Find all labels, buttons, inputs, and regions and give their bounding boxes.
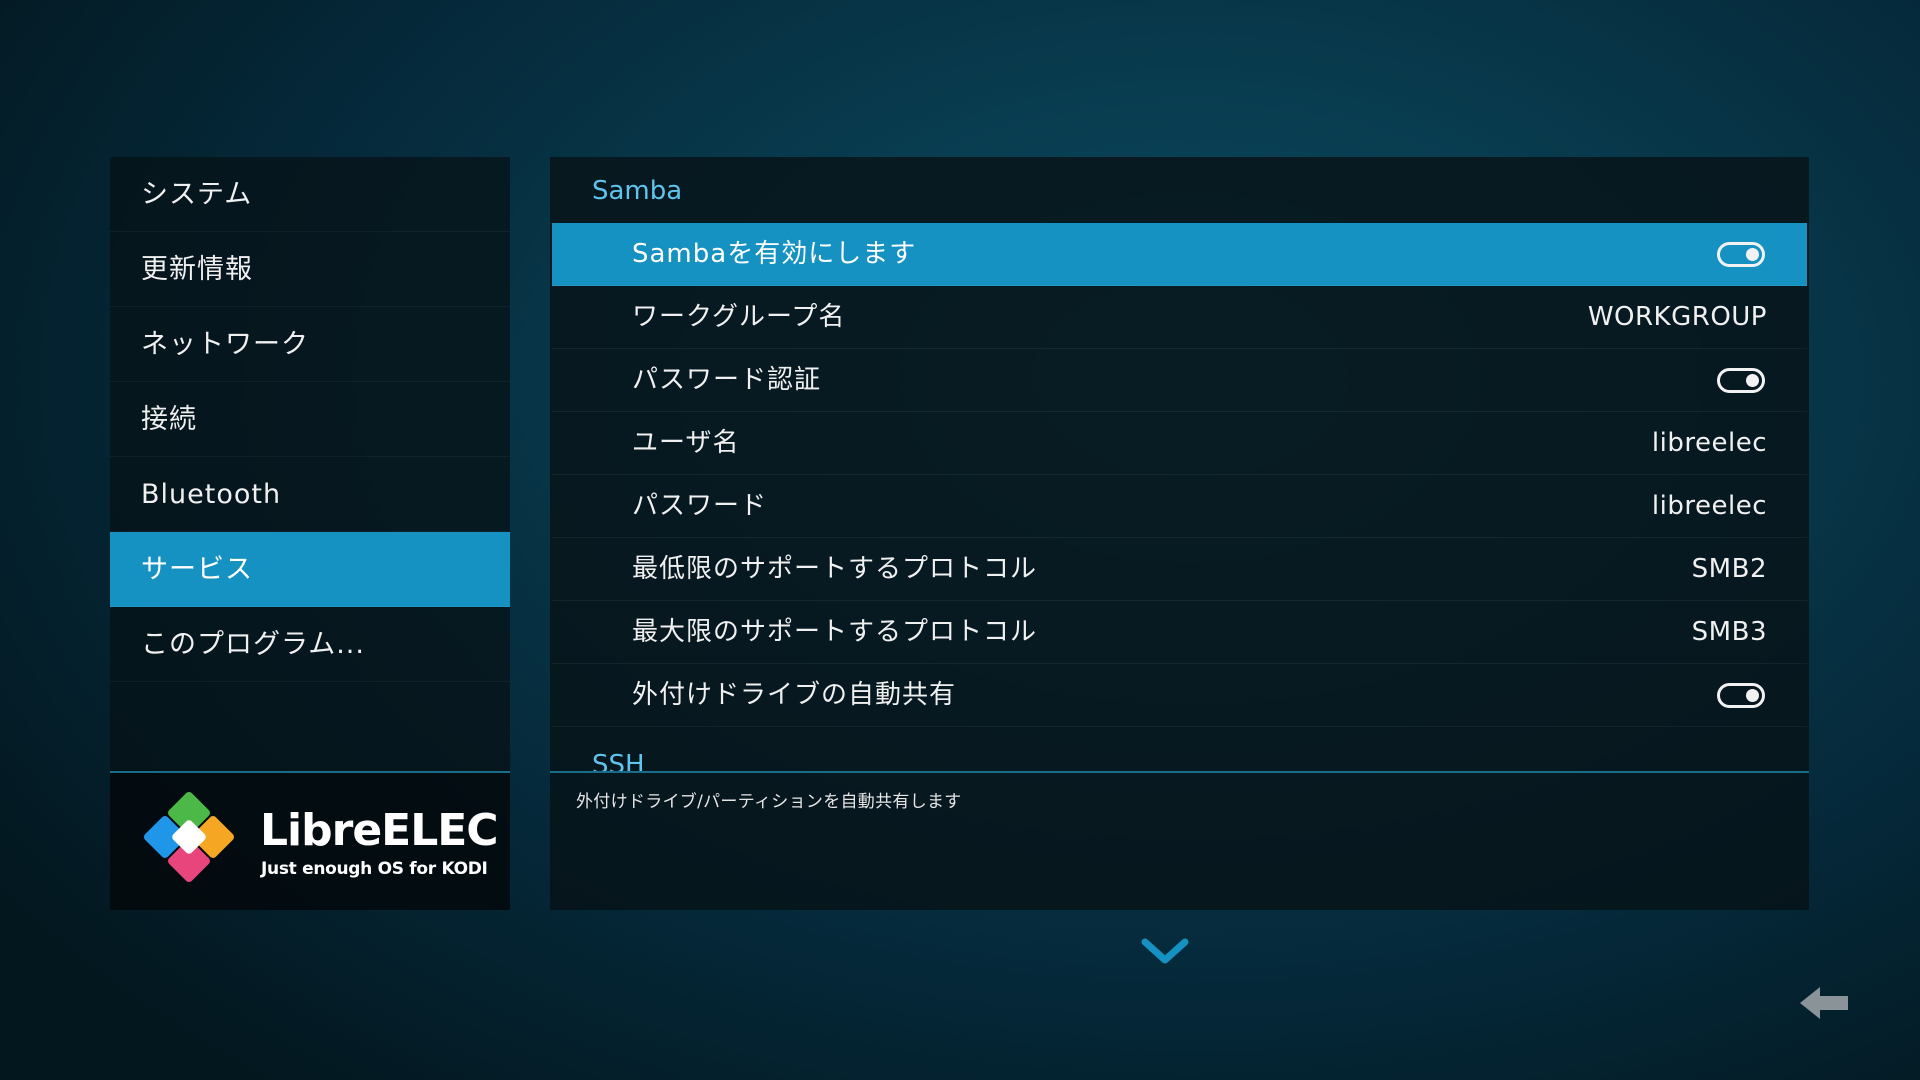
setting-label: ユーザ名 bbox=[632, 428, 740, 458]
sidebar-item-connections[interactable]: 接続 bbox=[110, 382, 510, 457]
sidebar-item-about[interactable]: このプログラム... bbox=[110, 607, 510, 682]
settings-list: Sambaを有効にします ワークグループ名 WORKGROUP パスワード認証 … bbox=[552, 223, 1807, 727]
setting-description: 外付けドライブ/パーティションを自動共有します bbox=[576, 792, 962, 812]
sidebar-item-bluetooth[interactable]: Bluetooth bbox=[110, 457, 510, 532]
section-header-samba: Samba bbox=[592, 176, 683, 206]
setting-username[interactable]: ユーザ名 libreelec bbox=[552, 412, 1807, 475]
back-arrow-icon[interactable] bbox=[1798, 985, 1850, 1021]
setting-label: 最低限のサポートするプロトコル bbox=[632, 554, 1038, 584]
setting-label: パスワード認証 bbox=[632, 365, 822, 395]
logo-tile-center bbox=[172, 820, 206, 854]
libreelec-logo-icon bbox=[143, 791, 235, 883]
setting-value: libreelec bbox=[1651, 491, 1767, 521]
setting-label: 最大限のサポートするプロトコル bbox=[632, 617, 1038, 647]
toggle-switch[interactable] bbox=[1717, 242, 1765, 267]
toggle-switch[interactable] bbox=[1717, 368, 1765, 393]
logo-panel: LibreELEC Just enough OS for KODI bbox=[110, 771, 510, 910]
sidebar-item-updates[interactable]: 更新情報 bbox=[110, 232, 510, 307]
setting-password-auth[interactable]: パスワード認証 bbox=[552, 349, 1807, 412]
section-header-ssh: SSH bbox=[592, 750, 645, 771]
setting-label: 外付けドライブの自動共有 bbox=[632, 680, 957, 710]
logo-tagline: Just enough OS for KODI bbox=[261, 859, 488, 879]
setting-max-protocol[interactable]: 最大限のサポートするプロトコル SMB3 bbox=[552, 601, 1807, 664]
toggle-knob bbox=[1746, 248, 1759, 261]
setting-password[interactable]: パスワード libreelec bbox=[552, 475, 1807, 538]
sidebar-item-services[interactable]: サービス bbox=[110, 532, 510, 607]
sidebar-item-network[interactable]: ネットワーク bbox=[110, 307, 510, 382]
sidebar-item-system[interactable]: システム bbox=[110, 157, 510, 232]
setting-label: Sambaを有効にします bbox=[632, 239, 917, 269]
setting-enable-samba[interactable]: Sambaを有効にします bbox=[552, 223, 1807, 286]
setting-value: WORKGROUP bbox=[1587, 302, 1767, 332]
logo-wordmark: LibreELEC bbox=[260, 805, 499, 856]
setting-auto-share-drives[interactable]: 外付けドライブの自動共有 bbox=[552, 664, 1807, 727]
description-panel: 外付けドライブ/パーティションを自動共有します bbox=[550, 771, 1809, 910]
setting-value: libreelec bbox=[1651, 428, 1767, 458]
setting-min-protocol[interactable]: 最低限のサポートするプロトコル SMB2 bbox=[552, 538, 1807, 601]
setting-workgroup[interactable]: ワークグループ名 WORKGROUP bbox=[552, 286, 1807, 349]
setting-label: ワークグループ名 bbox=[632, 302, 846, 332]
chevron-down-icon[interactable] bbox=[1140, 936, 1190, 966]
toggle-knob bbox=[1746, 689, 1759, 702]
sidebar: システム 更新情報 ネットワーク 接続 Bluetooth サービス このプログ… bbox=[110, 157, 510, 771]
toggle-knob bbox=[1746, 374, 1759, 387]
setting-value: SMB3 bbox=[1691, 617, 1767, 647]
settings-panel: Samba Sambaを有効にします ワークグループ名 WORKGROUP パス… bbox=[550, 157, 1809, 771]
setting-label: パスワード bbox=[632, 491, 768, 521]
toggle-switch[interactable] bbox=[1717, 683, 1765, 708]
setting-value: SMB2 bbox=[1691, 554, 1767, 584]
